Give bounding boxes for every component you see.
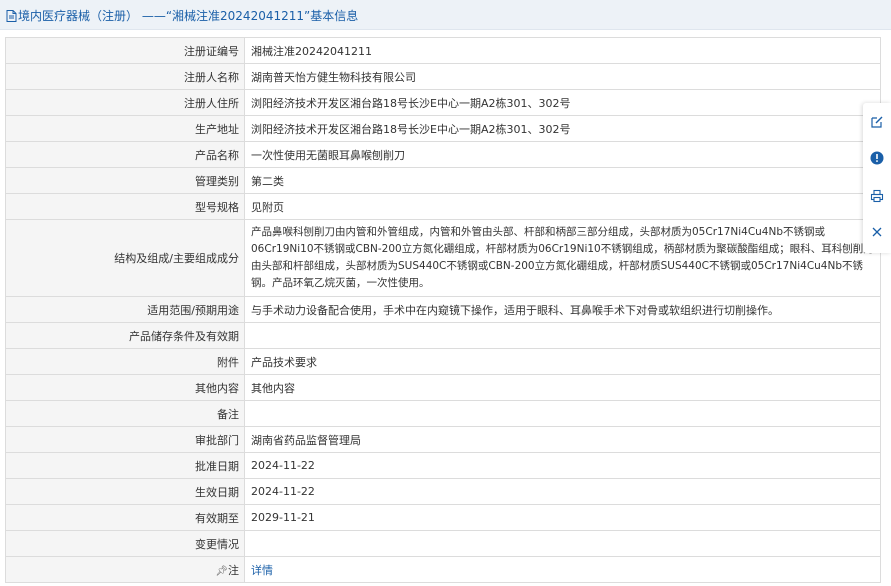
field-label: 备注 [5, 400, 245, 427]
field-label: 审批部门 [5, 426, 245, 453]
table-row: 批准日期 2024-11-22 [5, 452, 881, 479]
field-value: 湘械注准20242041211 [244, 37, 881, 64]
table-row: 结构及组成/主要组成成分 产品鼻喉科刨削刀由内管和外管组成，内管和外管由头部、杆… [5, 219, 881, 297]
field-value: 2024-11-22 [244, 478, 881, 505]
field-value: 浏阳经济技术开发区湘台路18号长沙E中心一期A2栋301、302号 [244, 89, 881, 116]
table-row: 产品储存条件及有效期 [5, 322, 881, 349]
page-header: 境内医疗器械（注册） ——“湘械注准20242041211”基本信息 [0, 0, 891, 30]
details-link[interactable]: 详情 [251, 564, 273, 577]
field-value: 产品技术要求 [244, 348, 881, 375]
field-label: 附件 [5, 348, 245, 375]
field-label: 有效期至 [5, 504, 245, 531]
pin-icon: 📌︎ [215, 565, 228, 577]
table-row: 变更情况 [5, 530, 881, 557]
table-row: 其他内容 其他内容 [5, 374, 881, 401]
table-row: 产品名称 一次性使用无菌眼耳鼻喉刨削刀 [5, 141, 881, 168]
field-label: 批准日期 [5, 452, 245, 479]
field-value: 湖南省药品监督管理局 [244, 426, 881, 453]
field-label: 管理类别 [5, 167, 245, 194]
floating-toolbar [863, 103, 891, 253]
field-label: 产品储存条件及有效期 [5, 322, 245, 349]
field-value: 一次性使用无菌眼耳鼻喉刨削刀 [244, 141, 881, 168]
field-label: 生产地址 [5, 115, 245, 142]
table-row: 审批部门 湖南省药品监督管理局 [5, 426, 881, 453]
page-title: 境内医疗器械（注册） ——“湘械注准20242041211”基本信息 [6, 7, 358, 24]
field-value: 见附页 [244, 193, 881, 220]
field-label: 注册证编号 [5, 37, 245, 64]
field-label: 生效日期 [5, 478, 245, 505]
field-value: 与手术动力设备配合使用，手术中在内窥镜下操作，适用于眼科、耳鼻喉手术下对骨或软组… [244, 296, 881, 323]
edit-icon[interactable] [870, 115, 884, 129]
field-label: 结构及组成/主要组成成分 [5, 219, 245, 297]
table-row: 生效日期 2024-11-22 [5, 478, 881, 505]
field-value: 其他内容 [244, 374, 881, 401]
table-row: 适用范围/预期用途 与手术动力设备配合使用，手术中在内窥镜下操作，适用于眼科、耳… [5, 296, 881, 323]
table-row: 型号规格 见附页 [5, 193, 881, 220]
page-title-text: 境内医疗器械（注册） ——“湘械注准20242041211”基本信息 [18, 9, 359, 23]
field-value: 湖南普天怡方健生物科技有限公司 [244, 63, 881, 90]
table-row: 生产地址 浏阳经济技术开发区湘台路18号长沙E中心一期A2栋301、302号 [5, 115, 881, 142]
field-value: 浏阳经济技术开发区湘台路18号长沙E中心一期A2栋301、302号 [244, 115, 881, 142]
field-value: 2024-11-22 [244, 452, 881, 479]
table-row: 注册人名称 湖南普天怡方健生物科技有限公司 [5, 63, 881, 90]
field-label: 型号规格 [5, 193, 245, 220]
field-label: 注册人住所 [5, 89, 245, 116]
info-table: 注册证编号 湘械注准20242041211 注册人名称 湖南普天怡方健生物科技有… [5, 37, 881, 583]
note-label-cell: 📌︎注 [5, 556, 245, 583]
field-label: 适用范围/预期用途 [5, 296, 245, 323]
table-row: 注册证编号 湘械注准20242041211 [5, 37, 881, 64]
table-row: 注册人住所 浏阳经济技术开发区湘台路18号长沙E中心一期A2栋301、302号 [5, 89, 881, 116]
table-row: 管理类别 第二类 [5, 167, 881, 194]
document-icon [6, 10, 18, 22]
field-label: 注册人名称 [5, 63, 245, 90]
field-value [244, 322, 881, 349]
table-row: 备注 [5, 400, 881, 427]
close-icon[interactable] [870, 225, 884, 239]
table-row: 📌︎注 详情 [5, 556, 881, 583]
field-value: 第二类 [244, 167, 881, 194]
field-value: 2029-11-21 [244, 504, 881, 531]
field-value: 产品鼻喉科刨削刀由内管和外管组成，内管和外管由头部、杆部和柄部三部分组成，头部材… [244, 219, 881, 297]
field-label: 产品名称 [5, 141, 245, 168]
note-value-cell: 详情 [244, 556, 881, 583]
print-icon[interactable] [870, 189, 884, 203]
field-value [244, 400, 881, 427]
note-label: 注 [228, 563, 239, 577]
field-label: 变更情况 [5, 530, 245, 557]
field-label: 其他内容 [5, 374, 245, 401]
table-row: 有效期至 2029-11-21 [5, 504, 881, 531]
table-row: 附件 产品技术要求 [5, 348, 881, 375]
field-value [244, 530, 881, 557]
help-icon[interactable] [870, 151, 884, 165]
